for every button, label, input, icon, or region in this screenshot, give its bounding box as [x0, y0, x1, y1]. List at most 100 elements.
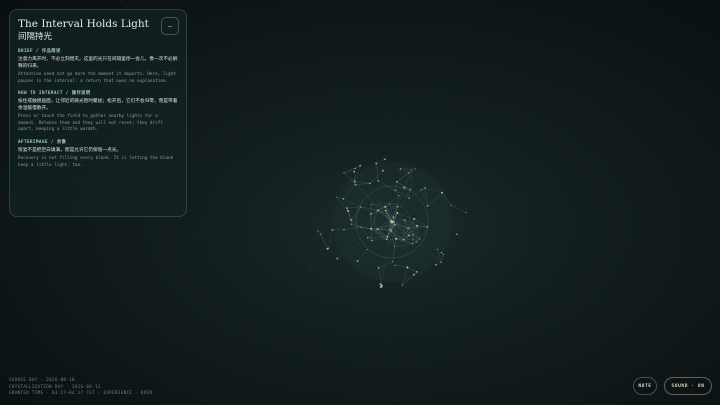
light-particle: [385, 238, 388, 241]
panel-subtitle: 间隔持光: [18, 32, 53, 42]
dust-mote: [662, 250, 664, 252]
note-button[interactable]: NOTE: [633, 377, 657, 395]
core-light: [390, 220, 394, 224]
dust-mote: [273, 36, 275, 38]
info-panel: The Interval Holds Light 间隔持光 — BRIEF / …: [9, 9, 187, 217]
light-particle: [379, 283, 382, 286]
dust-mote: [20, 227, 22, 229]
light-particle: [436, 248, 438, 250]
dust-mote: [248, 284, 250, 286]
dust-mote: [448, 34, 450, 36]
light-particle: [406, 266, 409, 269]
light-particle: [317, 230, 319, 232]
dust-mote: [624, 167, 626, 169]
dust-mote: [271, 373, 273, 375]
light-particle: [389, 203, 391, 205]
dust-mote: [310, 271, 312, 273]
dust-mote: [438, 155, 440, 156]
dust-mote: [666, 347, 668, 350]
dust-mote: [171, 357, 173, 359]
dust-mote: [334, 101, 336, 103]
dust-mote: [194, 309, 196, 312]
light-particle: [370, 228, 372, 230]
dust-mote: [30, 318, 32, 320]
dust-mote: [316, 30, 318, 32]
dust-mote: [316, 152, 317, 154]
light-particle: [346, 209, 350, 212]
dust-mote: [189, 95, 191, 97]
dust-mote: [424, 166, 425, 167]
dust-mote: [91, 294, 93, 296]
dust-mote: [357, 284, 359, 286]
light-particle: [370, 203, 372, 205]
collapse-panel-button[interactable]: —: [161, 17, 179, 35]
dust-mote: [454, 58, 457, 60]
light-particle: [396, 205, 399, 208]
light-particle: [343, 172, 345, 174]
dust-mote: [696, 361, 698, 363]
light-particle: [413, 217, 416, 220]
dust-mote: [469, 157, 471, 160]
light-particle: [326, 247, 329, 250]
light-particle: [360, 206, 362, 208]
footer-meta: SOURCE DAY · 2026-08-10 CRYSTALLIZATION …: [9, 377, 152, 397]
light-particle: [343, 229, 345, 231]
dust-mote: [687, 131, 689, 133]
dust-mote: [526, 198, 528, 200]
light-particle: [450, 204, 452, 206]
dust-mote: [690, 207, 692, 209]
dust-mote: [89, 320, 91, 322]
dust-mote: [403, 119, 405, 121]
dust-mote: [475, 351, 476, 353]
light-particle: [394, 189, 396, 192]
light-particle: [408, 234, 410, 237]
dust-mote: [248, 254, 249, 256]
dust-mote: [198, 236, 200, 238]
dust-mote: [386, 112, 387, 114]
light-particle: [346, 207, 348, 209]
dust-mote: [455, 159, 457, 162]
dust-mote: [577, 166, 579, 168]
dust-mote: [259, 101, 260, 102]
dust-mote: [484, 119, 486, 121]
light-particle: [354, 183, 357, 186]
dust-mote: [596, 398, 598, 400]
dust-mote: [682, 122, 685, 124]
light-particle: [392, 261, 394, 263]
light-particle: [342, 197, 345, 200]
light-particle: [465, 212, 467, 214]
dust-mote: [198, 142, 200, 144]
light-particle: [403, 186, 406, 189]
light-particle: [407, 227, 410, 230]
light-particle: [350, 218, 353, 221]
dust-mote: [363, 306, 365, 308]
dust-mote: [328, 352, 329, 354]
dust-mote: [428, 57, 430, 59]
dust-mote: [476, 201, 478, 203]
light-link: [328, 229, 333, 249]
light-particle: [420, 189, 422, 191]
light-particle: [440, 261, 442, 263]
dust-mote: [392, 400, 393, 402]
dust-mote: [393, 133, 395, 135]
light-link: [320, 233, 328, 249]
brief-text-zh: 注意力离开时，不必立刻熄灭。这里的光只在间隔里停一会儿，像一次不必解释的归来。: [18, 57, 178, 69]
light-particle: [336, 196, 338, 198]
light-particle: [381, 169, 384, 172]
dust-mote: [433, 162, 435, 164]
dust-mote: [453, 149, 455, 151]
sound-toggle-button[interactable]: SOUND · ON: [664, 377, 712, 395]
dust-mote: [308, 283, 310, 285]
light-particle: [408, 197, 410, 200]
dust-mote: [348, 101, 350, 102]
dust-mote: [355, 20, 357, 22]
dust-mote: [216, 155, 218, 157]
dust-mote: [604, 385, 606, 387]
light-particle: [398, 194, 400, 197]
dust-mote: [323, 349, 325, 351]
light-particle: [415, 241, 417, 243]
light-particle: [336, 257, 339, 260]
light-particle: [419, 238, 421, 240]
light-particle: [320, 233, 322, 235]
dust-mote: [224, 330, 226, 332]
